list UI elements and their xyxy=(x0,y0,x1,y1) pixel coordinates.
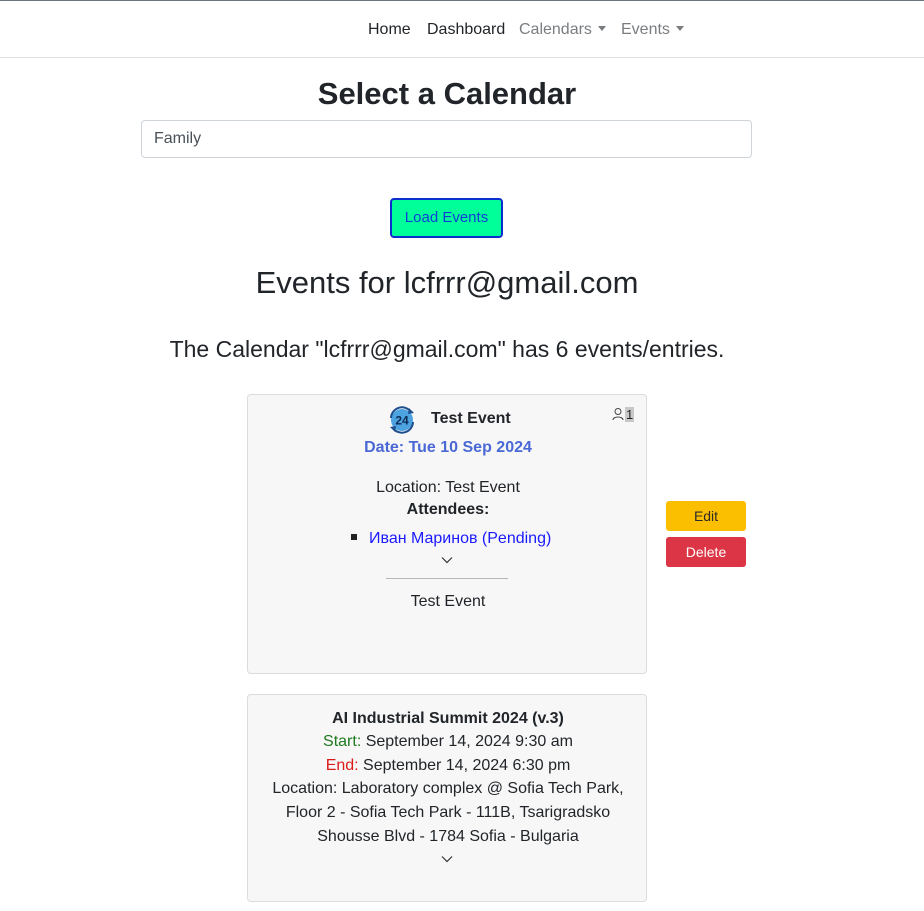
attendee-count-number: 1 xyxy=(625,407,635,422)
event-location: Location: Test Event xyxy=(376,479,520,496)
nav-home[interactable]: Home xyxy=(368,19,411,41)
event-title: Test Event xyxy=(431,410,511,427)
events-heading: Events for lcfrrr@gmail.com xyxy=(255,265,639,300)
nav-events-label: Events xyxy=(621,21,670,38)
edit-button[interactable]: Edit xyxy=(666,501,746,531)
load-events-button[interactable]: Load Events xyxy=(390,198,503,238)
nav-calendars-label: Calendars xyxy=(519,21,592,38)
event-start: Start: September 14, 2024 9:30 am xyxy=(248,730,648,754)
nav-calendars-dropdown[interactable]: Calendars xyxy=(519,19,606,41)
caret-down-icon xyxy=(675,26,684,31)
event-card: AI Industrial Summit 2024 (v.3) Start: S… xyxy=(247,694,647,902)
delete-button[interactable]: Delete xyxy=(666,537,746,567)
start-value: September 14, 2024 9:30 am xyxy=(361,733,573,750)
attendee-item[interactable]: Иван Маринов (Pending) xyxy=(351,528,551,550)
icon-badge-number: 24 xyxy=(395,414,409,428)
event-card: 24 Test Event 1 Date: Tue 10 Sep 2024 Lo… xyxy=(247,394,647,674)
caret-down-icon xyxy=(597,26,606,31)
end-value: September 14, 2024 6:30 pm xyxy=(358,757,571,774)
recurring-24-icon: 24 xyxy=(387,405,417,435)
event-description: Test Event xyxy=(410,593,486,610)
event-location: Location: Laboratory complex @ Sofia Tec… xyxy=(272,780,624,845)
calendar-select[interactable]: Family xyxy=(141,120,752,158)
attendee-count: 1 xyxy=(612,406,635,424)
start-label: Start: xyxy=(323,733,362,750)
attendee-name: Иван Маринов (Pending) xyxy=(369,530,552,547)
divider xyxy=(386,578,508,579)
chevron-down-icon[interactable] xyxy=(441,855,453,863)
chevron-down-icon[interactable] xyxy=(441,556,453,564)
bullet-icon xyxy=(351,534,357,540)
attendees-label: Attendees: xyxy=(406,501,490,518)
event-count-heading: The Calendar "lcfrrr@gmail.com" has 6 ev… xyxy=(169,336,725,362)
nav-events-dropdown[interactable]: Events xyxy=(621,19,684,41)
person-icon xyxy=(612,408,624,421)
event-title: AI Industrial Summit 2024 (v.3) xyxy=(332,710,564,727)
event-date: Date: Tue 10 Sep 2024 xyxy=(364,439,532,456)
event-end: End: September 14, 2024 6:30 pm xyxy=(248,754,648,778)
nav-dashboard[interactable]: Dashboard xyxy=(427,19,505,41)
page-title: Select a Calendar xyxy=(317,76,577,111)
end-label: End: xyxy=(325,757,359,774)
navbar: Home Dashboard Calendars Events xyxy=(0,1,924,58)
